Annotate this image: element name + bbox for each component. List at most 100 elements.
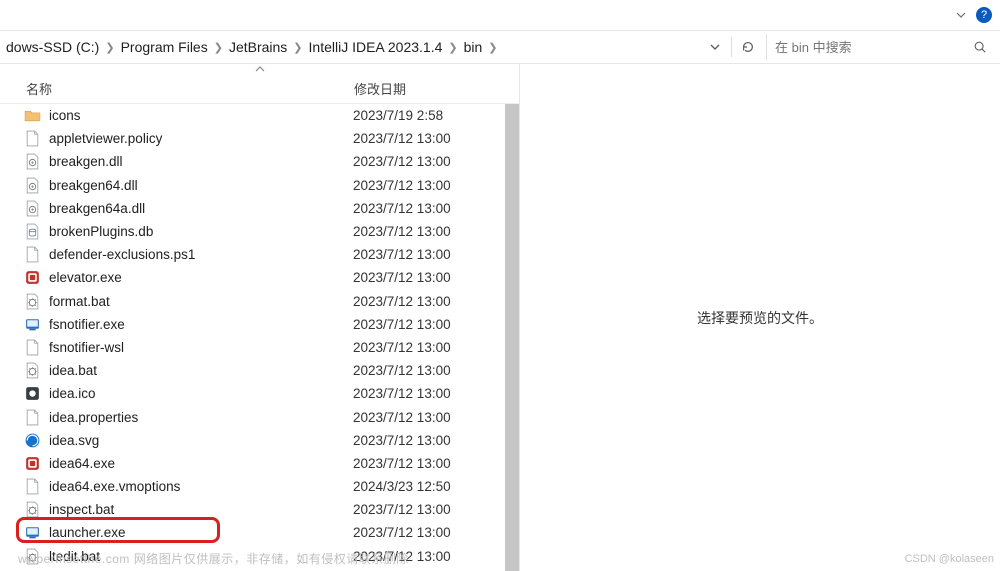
file-icon (24, 339, 41, 356)
file-date: 2023/7/12 13:00 (339, 502, 519, 517)
file-date: 2023/7/12 13:00 (339, 340, 519, 355)
file-name: format.bat (49, 294, 339, 309)
file-row[interactable]: fsnotifier.exe2023/7/12 13:00 (0, 313, 519, 336)
file-date: 2023/7/12 13:00 (339, 410, 519, 425)
file-name: idea.svg (49, 433, 339, 448)
file-date: 2023/7/12 13:00 (339, 247, 519, 262)
file-row[interactable]: idea64.exe.vmoptions2024/3/23 12:50 (0, 475, 519, 498)
folder-icon (24, 107, 41, 124)
titlebar-controls: ? (0, 0, 1000, 30)
file-row[interactable]: breakgen.dll2023/7/12 13:00 (0, 150, 519, 173)
file-icon (24, 409, 41, 426)
file-name: idea64.exe (49, 456, 339, 471)
run-icon (24, 524, 41, 541)
file-name: fsnotifier-wsl (49, 340, 339, 355)
file-row[interactable]: brokenPlugins.db2023/7/12 13:00 (0, 220, 519, 243)
bat-icon (24, 293, 41, 310)
file-name: breakgen64.dll (49, 178, 339, 193)
file-row[interactable]: idea.bat2023/7/12 13:00 (0, 359, 519, 382)
file-row[interactable]: idea.svg2023/7/12 13:00 (0, 429, 519, 452)
file-date: 2023/7/12 13:00 (339, 456, 519, 471)
file-name: launcher.exe (49, 525, 339, 540)
watermark-right: CSDN @kolaseen (905, 553, 994, 565)
column-name[interactable]: 名称 (0, 79, 340, 98)
search-button[interactable] (966, 34, 994, 60)
chevron-right-icon: ❯ (482, 41, 503, 54)
file-row[interactable]: breakgen64a.dll2023/7/12 13:00 (0, 197, 519, 220)
file-name: breakgen64a.dll (49, 201, 339, 216)
file-row[interactable]: inspect.bat2023/7/12 13:00 (0, 498, 519, 521)
bat-icon (24, 501, 41, 518)
file-row[interactable]: fsnotifier-wsl2023/7/12 13:00 (0, 336, 519, 359)
file-name: icons (49, 108, 339, 123)
breadcrumb-part[interactable]: Program Files (121, 39, 208, 55)
dll-icon (24, 177, 41, 194)
file-name: inspect.bat (49, 502, 339, 517)
help-icon[interactable]: ? (976, 7, 992, 23)
column-header: 名称 修改日期 (0, 74, 519, 104)
chevron-right-icon: ❯ (99, 41, 120, 54)
file-row[interactable]: idea.properties2023/7/12 13:00 (0, 405, 519, 428)
file-name: brokenPlugins.db (49, 224, 339, 239)
file-row[interactable]: format.bat2023/7/12 13:00 (0, 290, 519, 313)
bat-icon (24, 362, 41, 379)
scrollbar[interactable] (505, 104, 519, 571)
file-row[interactable]: idea.ico2023/7/12 13:00 (0, 382, 519, 405)
breadcrumb-part[interactable]: JetBrains (229, 39, 287, 55)
file-date: 2023/7/12 13:00 (339, 363, 519, 378)
file-date: 2023/7/19 2:58 (339, 108, 519, 123)
file-date: 2023/7/12 13:00 (339, 433, 519, 448)
file-rows: icons2023/7/19 2:58appletviewer.policy20… (0, 104, 519, 571)
breadcrumb-part[interactable]: dows-SSD (C:) (6, 39, 99, 55)
chevron-right-icon: ❯ (208, 41, 229, 54)
exe2-icon (24, 269, 41, 286)
file-date: 2023/7/12 13:00 (339, 201, 519, 216)
file-name: breakgen.dll (49, 154, 339, 169)
search-input[interactable] (766, 34, 966, 60)
chevron-right-icon: ❯ (442, 41, 463, 54)
file-row[interactable]: icons2023/7/19 2:58 (0, 104, 519, 127)
preview-pane: 选择要预览的文件。 (520, 64, 1000, 571)
file-row[interactable]: elevator.exe2023/7/12 13:00 (0, 266, 519, 289)
file-name: idea.properties (49, 410, 339, 425)
file-name: idea.bat (49, 363, 339, 378)
svg-icon (24, 432, 41, 449)
preview-empty-text: 选择要预览的文件。 (697, 308, 823, 328)
address-bar: dows-SSD (C:) ❯ Program Files ❯ JetBrain… (0, 30, 1000, 64)
dll-icon (24, 200, 41, 217)
separator (731, 37, 732, 57)
exe2-icon (24, 455, 41, 472)
file-icon (24, 478, 41, 495)
watermark-text: wwberInsetthe.com 网络图片仅供展示，非存储，如有侵权请联系删除 (18, 550, 409, 567)
sort-indicator-icon[interactable] (0, 64, 519, 74)
file-row[interactable]: defender-exclusions.ps12023/7/12 13:00 (0, 243, 519, 266)
file-icon (24, 130, 41, 147)
run-icon (24, 316, 41, 333)
file-name: idea64.exe.vmoptions (49, 479, 339, 494)
file-date: 2023/7/12 13:00 (339, 317, 519, 332)
file-icon (24, 246, 41, 263)
file-list-pane: 名称 修改日期 icons2023/7/19 2:58appletviewer.… (0, 64, 520, 571)
breadcrumb[interactable]: dows-SSD (C:) ❯ Program Files ❯ JetBrain… (6, 39, 701, 55)
file-name: appletviewer.policy (49, 131, 339, 146)
ico-icon (24, 385, 41, 402)
file-name: idea.ico (49, 386, 339, 401)
file-name: elevator.exe (49, 270, 339, 285)
column-date[interactable]: 修改日期 (340, 79, 519, 98)
file-row[interactable]: breakgen64.dll2023/7/12 13:00 (0, 174, 519, 197)
file-row[interactable]: appletviewer.policy2023/7/12 13:00 (0, 127, 519, 150)
file-date: 2023/7/12 13:00 (339, 270, 519, 285)
file-date: 2023/7/12 13:00 (339, 131, 519, 146)
db-icon (24, 223, 41, 240)
breadcrumb-part[interactable]: bin (464, 39, 483, 55)
file-row[interactable]: launcher.exe2023/7/12 13:00 (0, 521, 519, 544)
file-row[interactable]: idea64.exe2023/7/12 13:00 (0, 452, 519, 475)
scrollbar-thumb[interactable] (505, 104, 519, 571)
file-date: 2023/7/12 13:00 (339, 294, 519, 309)
file-name: fsnotifier.exe (49, 317, 339, 332)
history-dropdown-button[interactable] (701, 34, 729, 60)
file-date: 2023/7/12 13:00 (339, 224, 519, 239)
refresh-button[interactable] (734, 34, 762, 60)
chevron-down-icon[interactable] (950, 8, 972, 23)
breadcrumb-part[interactable]: IntelliJ IDEA 2023.1.4 (309, 39, 443, 55)
